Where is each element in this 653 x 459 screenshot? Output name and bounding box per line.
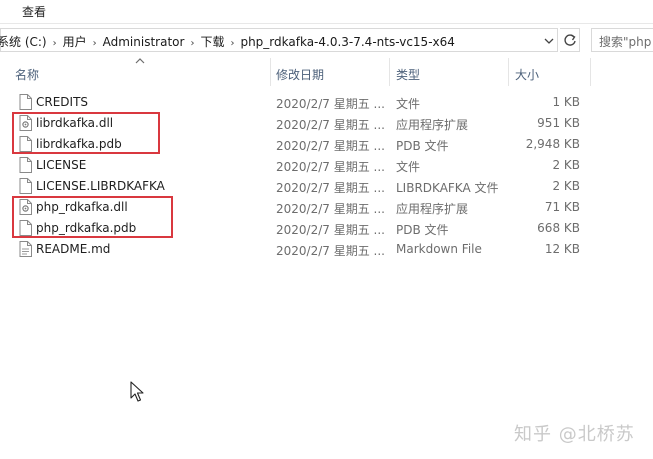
chevron-right-icon[interactable]: › <box>93 38 97 49</box>
column-header-name[interactable]: 名称 <box>15 66 39 83</box>
file-name: CREDITS <box>36 95 89 109</box>
file-date: 2020/2/7 星期五 ... <box>276 244 385 258</box>
breadcrumb-item-administrator[interactable]: Administrator <box>103 35 185 49</box>
file-type: 文件 <box>396 160 421 174</box>
file-type: Markdown File <box>396 242 482 256</box>
column-divider[interactable] <box>508 58 509 86</box>
file-date: 2020/2/7 星期五 ... <box>276 223 385 237</box>
file-size: 12 KB <box>544 242 580 256</box>
file-date: 2020/2/7 星期五 ... <box>276 181 385 195</box>
table-row[interactable]: README.md 2020/2/7 星期五 ... Markdown File… <box>0 239 600 260</box>
file-size: 71 KB <box>544 200 580 214</box>
file-date: 2020/2/7 星期五 ... <box>276 97 385 111</box>
search-placeholder: 搜索"php <box>599 35 652 49</box>
file-date: 2020/2/7 星期五 ... <box>276 160 385 174</box>
ribbon-tab-view[interactable]: 查看 <box>22 3 46 20</box>
file-type: PDB 文件 <box>396 139 449 153</box>
breadcrumb[interactable]: 系统 (C:) › 用户 › Administrator › 下载 › php_rdkafka-… <box>0 28 558 52</box>
file-type: LIBRDKAFKA 文件 <box>396 181 499 195</box>
column-divider[interactable] <box>389 58 390 86</box>
file-name: README.md <box>36 242 111 256</box>
file-date: 2020/2/7 星期五 ... <box>276 118 385 132</box>
file-date: 2020/2/7 星期五 ... <box>276 139 385 153</box>
table-row[interactable]: CREDITS 2020/2/7 星期五 ... 文件 1 KB <box>0 92 600 113</box>
breadcrumb-item-folder[interactable]: php_rdkafka-4.0.3-7.4-nts-vc15-x64 <box>240 35 454 49</box>
refresh-icon <box>564 34 576 46</box>
document-icon <box>19 178 32 194</box>
table-row[interactable]: LICENSE 2020/2/7 星期五 ... 文件 2 KB <box>0 155 600 176</box>
markdown-icon <box>19 241 32 257</box>
column-headers: 名称 修改日期 类型 大小 <box>0 58 653 86</box>
document-icon <box>19 94 32 110</box>
chevron-right-icon[interactable]: › <box>53 38 57 49</box>
file-size: 2 KB <box>552 179 580 193</box>
column-divider[interactable] <box>590 58 591 86</box>
chevron-down-icon[interactable] <box>541 34 557 48</box>
breadcrumb-item-drive[interactable]: 系统 (C:) <box>0 33 47 50</box>
breadcrumb-path: 系统 (C:) › 用户 › Administrator › 下载 › php_rdkafka-… <box>0 33 455 50</box>
table-row[interactable]: LICENSE.LIBRDKAFKA 2020/2/7 星期五 ... LIBR… <box>0 176 600 197</box>
file-name: LICENSE.LIBRDKAFKA <box>36 179 165 193</box>
breadcrumb-item-users[interactable]: 用户 <box>63 33 87 50</box>
sort-ascending-icon <box>135 58 145 64</box>
chevron-right-icon[interactable]: › <box>190 38 194 49</box>
chevron-right-icon[interactable]: › <box>230 38 234 49</box>
search-input[interactable]: 搜索"php <box>591 28 653 52</box>
watermark: 知乎 @北桥苏 <box>514 424 635 445</box>
file-type: 文件 <box>396 97 421 111</box>
file-size: 2 KB <box>552 158 580 172</box>
column-header-size[interactable]: 大小 <box>515 66 539 83</box>
highlight-box <box>12 112 160 154</box>
file-size: 1 KB <box>552 95 580 109</box>
highlight-box <box>12 196 173 238</box>
file-size: 668 KB <box>537 221 580 235</box>
file-type: PDB 文件 <box>396 223 449 237</box>
column-header-date[interactable]: 修改日期 <box>276 66 324 83</box>
column-header-type[interactable]: 类型 <box>396 66 420 83</box>
file-type: 应用程序扩展 <box>396 118 469 132</box>
mouse-cursor-icon <box>130 381 144 402</box>
refresh-button[interactable] <box>560 28 580 52</box>
file-size: 2,948 KB <box>525 137 580 151</box>
file-date: 2020/2/7 星期五 ... <box>276 202 385 216</box>
file-size: 951 KB <box>537 116 580 130</box>
column-divider[interactable] <box>270 58 271 86</box>
address-bar: 系统 (C:) › 用户 › Administrator › 下载 › php_rdkafka-… <box>0 27 653 53</box>
ribbon: 查看 <box>0 0 653 24</box>
file-type: 应用程序扩展 <box>396 202 469 216</box>
file-name: LICENSE <box>36 158 87 172</box>
document-icon <box>19 157 32 173</box>
breadcrumb-item-downloads[interactable]: 下载 <box>200 33 224 50</box>
